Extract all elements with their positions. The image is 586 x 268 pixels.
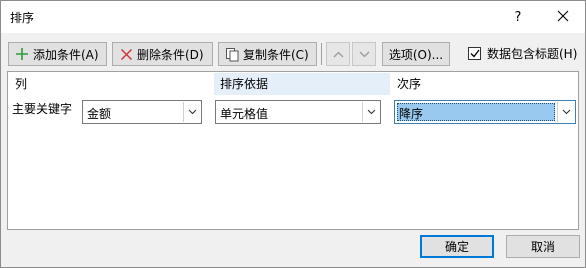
- toolbar-divider: [321, 43, 322, 65]
- add-condition-label: 添加条件(A): [33, 47, 99, 62]
- delete-x-icon: [118, 46, 134, 62]
- chevron-up-icon: [333, 47, 344, 61]
- header-checkbox[interactable]: [468, 47, 481, 60]
- order-select[interactable]: 降序: [394, 100, 576, 124]
- help-button[interactable]: ?: [501, 1, 535, 33]
- toolbar: 添加条件(A) 删除条件(D) 复制条件(C) 选项(O)... 数据包含标题(…: [1, 33, 585, 69]
- copy-condition-label: 复制条件(C): [243, 47, 309, 62]
- options-button[interactable]: 选项(O)...: [382, 42, 450, 66]
- column-header: 列: [15, 77, 28, 91]
- copy-condition-button[interactable]: 复制条件(C): [218, 42, 317, 66]
- delete-condition-label: 删除条件(D): [137, 47, 204, 62]
- cancel-button[interactable]: 取消: [506, 235, 580, 258]
- close-icon: [557, 10, 569, 25]
- move-up-button[interactable]: [326, 42, 350, 66]
- plus-icon: [14, 46, 30, 62]
- sort-on-select[interactable]: 单元格值: [215, 100, 381, 124]
- primary-key-label: 主要关键字: [12, 102, 73, 116]
- chevron-down-icon: [362, 102, 379, 122]
- header-checkbox-row[interactable]: 数据包含标题(H): [468, 45, 577, 62]
- ok-label: 确定: [444, 240, 469, 254]
- move-down-button[interactable]: [352, 42, 376, 66]
- order-header: 次序: [397, 77, 422, 91]
- header-checkbox-label: 数据包含标题(H): [487, 47, 578, 61]
- order-select-value: 降序: [399, 107, 424, 121]
- add-condition-button[interactable]: 添加条件(A): [8, 42, 107, 66]
- chevron-down-icon: [183, 102, 200, 122]
- title-bar: 排序 ?: [1, 1, 585, 33]
- sort-level-grid: 列 排序依据 次序 主要关键字 金额 单元格值 降序: [7, 71, 579, 230]
- sort-on-header: 排序依据: [214, 73, 390, 95]
- sort-dialog: 排序 ? 添加条件(A) 删除条件(D) 复制条件(C) 选项(O)... 数据…: [0, 0, 586, 268]
- help-label: ?: [514, 9, 522, 25]
- delete-condition-button[interactable]: 删除条件(D): [112, 42, 213, 66]
- options-label: 选项(O)...: [388, 47, 444, 62]
- dialog-title: 排序: [10, 11, 35, 25]
- column-select[interactable]: 金额: [82, 100, 202, 124]
- chevron-down-icon: [557, 102, 574, 122]
- close-button[interactable]: [545, 1, 581, 33]
- copy-icon: [224, 46, 240, 62]
- chevron-down-icon: [359, 47, 370, 61]
- column-select-value: 金额: [87, 107, 112, 121]
- sort-on-select-value: 单元格值: [220, 107, 269, 121]
- ok-button[interactable]: 确定: [420, 235, 494, 258]
- cancel-label: 取消: [530, 240, 555, 254]
